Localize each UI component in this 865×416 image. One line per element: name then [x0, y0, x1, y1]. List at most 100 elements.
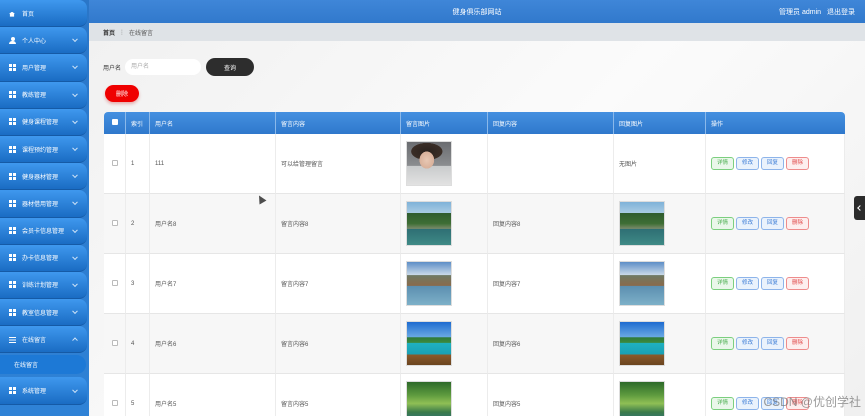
sidebar-item-borrow-management[interactable]: 器材借用管理 [0, 190, 87, 218]
reply-button[interactable]: 回复 [761, 337, 784, 350]
home-icon [9, 10, 16, 17]
sidebar-item-coach-management[interactable]: 教练管理 [0, 81, 87, 109]
sidebar-item-label: 首页 [22, 11, 35, 18]
user-icon [9, 36, 16, 45]
row-checkbox[interactable] [111, 160, 118, 167]
edit-button[interactable]: 修改 [736, 157, 759, 170]
table-row: 2 用户名8 留言内容8 回复内容8 详情 修改 回复 删除 [104, 194, 845, 254]
sidebar-item-online-message[interactable]: 在线留言 [0, 326, 87, 354]
chevron-up-icon [72, 337, 78, 344]
sidebar-item-course-management[interactable]: 健身课程管理 [0, 108, 87, 136]
column-header: 回复图片 [614, 112, 706, 134]
sidebar-item-label: 器材借用管理 [22, 201, 59, 208]
grid-icon [9, 199, 16, 207]
table-row: 5 用户名5 留言内容5 回复内容5 详情 修改 回复 删除 [104, 374, 845, 416]
row-checkbox[interactable] [111, 280, 118, 287]
grid-icon [9, 387, 16, 394]
reply-image[interactable] [619, 381, 665, 416]
row-checkbox[interactable] [111, 400, 118, 407]
sidebar-item-personal-center[interactable]: 个人中心 [0, 27, 87, 55]
message-image[interactable] [406, 321, 452, 366]
cell-content: 留言内容6 [276, 314, 401, 374]
sidebar-item-label: 教练管理 [22, 93, 47, 100]
reply-button[interactable]: 回复 [761, 217, 784, 230]
detail-button[interactable]: 详情 [711, 217, 734, 230]
site-title: 健身俱乐部网站 [452, 9, 502, 16]
detail-button[interactable]: 详情 [711, 157, 734, 170]
select-all-checkbox[interactable] [104, 112, 126, 134]
detail-button[interactable]: 详情 [711, 277, 734, 290]
table-header-row: 索引 用户名 留言内容 留言图片 回复内容 回复图片 操作 [104, 112, 845, 134]
row-checkbox[interactable] [111, 340, 118, 347]
reply-image[interactable] [619, 201, 665, 246]
message-image[interactable] [406, 261, 452, 306]
grid-icon [9, 118, 16, 125]
reply-button[interactable]: 回复 [761, 277, 784, 290]
top-header: 健身俱乐部网站 管理员 admin 退出登录 [89, 0, 865, 23]
cell-index: 2 [126, 194, 150, 254]
chevron-down-icon [72, 118, 78, 124]
column-header: 索引 [126, 112, 150, 134]
cell-content: 留言内容7 [276, 254, 401, 314]
delete-button[interactable]: 删除 [786, 157, 809, 170]
delete-button[interactable]: 删除 [786, 217, 809, 230]
cell-reply: 回复内容8 [488, 194, 614, 254]
cell-reply-image-empty: 无图片 [614, 134, 706, 194]
logout-link[interactable]: 退出登录 [827, 9, 855, 16]
chevron-down-icon [72, 281, 78, 287]
delete-button[interactable]: 删除 [786, 337, 809, 350]
row-checkbox[interactable] [111, 220, 118, 227]
edit-button[interactable]: 修改 [736, 277, 759, 290]
delete-button[interactable]: 删除 [786, 277, 809, 290]
detail-button[interactable]: 详情 [711, 397, 734, 410]
query-button[interactable]: 查询 [206, 58, 255, 76]
cell-reply: 回复内容7 [488, 254, 614, 314]
sidebar-item-booking-management[interactable]: 课程预约管理 [0, 135, 87, 164]
reply-button[interactable]: 回复 [761, 157, 784, 170]
sidebar-subitem-online-message[interactable]: 在线留言 [0, 355, 86, 375]
list-icon [9, 336, 16, 343]
sidebar-item-classroom[interactable]: 教室信息管理 [0, 299, 87, 327]
cell-index: 4 [126, 314, 150, 374]
column-header: 留言图片 [401, 112, 488, 134]
cell-index: 1 [126, 134, 150, 194]
breadcrumb-separator: ⋮ [119, 29, 126, 36]
chevron-down-icon [72, 199, 78, 206]
reply-image[interactable] [619, 321, 665, 366]
grid-icon [9, 145, 16, 153]
sidebar-item-user-management[interactable]: 用户管理 [0, 54, 87, 82]
column-header: 留言内容 [276, 112, 401, 134]
message-image[interactable] [406, 141, 452, 186]
collapse-panel-tab[interactable] [854, 196, 865, 220]
grid-icon [9, 308, 16, 316]
chevron-down-icon [72, 254, 78, 260]
message-table: 索引 用户名 留言内容 留言图片 回复内容 回复图片 操作 1 111 可以给管… [104, 112, 845, 416]
sidebar-item-system-management[interactable]: 系统管理 [0, 377, 87, 405]
search-bar: 用户名 查询 [103, 58, 255, 76]
sidebar-item-home[interactable]: 首页 [0, 0, 87, 28]
cell-username: 111 [150, 134, 276, 194]
breadcrumb-home[interactable]: 首页 [103, 28, 115, 37]
message-image[interactable] [406, 201, 452, 246]
cell-index: 3 [126, 254, 150, 314]
batch-delete-button[interactable]: 删除 [105, 85, 139, 102]
sidebar-item-equipment-management[interactable]: 健身器材管理 [0, 163, 87, 191]
grid-icon [9, 281, 16, 288]
detail-button[interactable]: 详情 [711, 337, 734, 350]
edit-button[interactable]: 修改 [736, 217, 759, 230]
sidebar-item-training-plan[interactable]: 训练计划管理 [0, 271, 87, 300]
username-search-input[interactable] [125, 59, 202, 75]
cell-username: 用户名7 [150, 254, 276, 314]
sidebar-item-label: 个人中心 [22, 38, 47, 45]
edit-button[interactable]: 修改 [736, 397, 759, 410]
edit-button[interactable]: 修改 [736, 337, 759, 350]
reply-image[interactable] [619, 261, 665, 306]
chevron-down-icon [72, 308, 78, 315]
column-header: 用户名 [150, 112, 276, 134]
chevron-down-icon [72, 172, 78, 179]
message-image[interactable] [406, 381, 452, 416]
main-content: 用户名 查询 删除 索引 用户名 留言内容 留言图片 回复内容 回复图片 操作 … [89, 41, 865, 416]
sidebar-item-membership-card[interactable]: 会员卡信息管理 [0, 217, 87, 245]
watermark: CSDN @优创学社 [763, 395, 861, 409]
sidebar-item-card-application[interactable]: 办卡信息管理 [0, 244, 87, 272]
